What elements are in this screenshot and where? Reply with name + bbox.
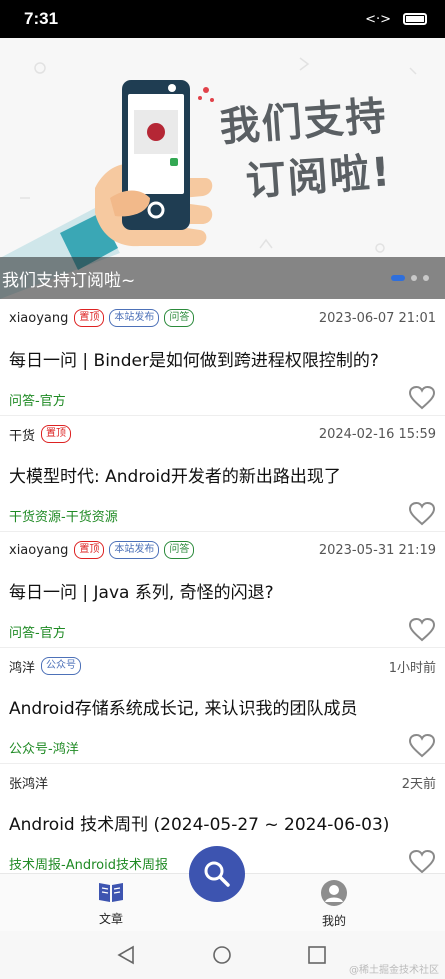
article-date: 1小时前 [388, 660, 436, 676]
book-icon [99, 883, 123, 902]
article-author: 干货 [9, 428, 36, 444]
watermark: @稀土掘金技术社区 [349, 965, 439, 976]
nav-articles-label: 文章 [98, 912, 123, 926]
article-tag: 置顶 [74, 309, 105, 327]
article-tag: 本站发布 [109, 309, 160, 327]
article-author: xiaoyang [9, 310, 69, 326]
article-category[interactable]: 问答-官方 [9, 390, 66, 409]
carousel-dot[interactable] [423, 275, 429, 281]
search-fab-button[interactable] [189, 846, 245, 902]
user-avatar-icon [321, 880, 347, 906]
article-title[interactable]: Android 技术周刊 (2024-05-27 ~ 2024-06-03) [9, 810, 433, 835]
article-author: 鸿洋 [9, 660, 36, 676]
carousel-indicator [391, 275, 429, 281]
article-meta: 张鸿洋 2天前 [9, 771, 436, 793]
article-tag: 本站发布 [109, 541, 160, 559]
article-title[interactable]: 大模型时代: Android开发者的新出路出现了 [9, 462, 433, 487]
article-item[interactable]: 鸿洋 公众号 1小时前 Android存储系统成长记, 来认识我的团队成员 公众… [0, 648, 445, 764]
article-author: xiaoyang [9, 542, 69, 558]
article-list: xiaoyang 置顶 本站发布 问答 2023-06-07 21:01 每日一问 … [0, 300, 445, 880]
article-meta: xiaoyang 置顶 本站发布 问答 2023-06-07 21:01 [9, 307, 436, 329]
heart-icon[interactable] [409, 502, 435, 526]
status-icons: <·> [365, 12, 427, 27]
banner-caption-bar: 我们支持订阅啦~ [0, 257, 445, 299]
heart-icon[interactable] [409, 618, 435, 642]
article-author: 张鸿洋 [9, 776, 49, 792]
article-item[interactable]: xiaoyang 置顶 本站发布 问答 2023-06-07 21:01 每日一问 … [0, 300, 445, 416]
article-item[interactable]: xiaoyang 置顶 本站发布 问答 2023-05-31 21:19 每日一问 … [0, 532, 445, 648]
article-tag: 置顶 [41, 425, 72, 443]
article-date: 2023-06-07 21:01 [318, 310, 436, 326]
banner-caption: 我们支持订阅啦~ [2, 270, 136, 291]
nav-mine-label: 我的 [321, 914, 346, 928]
article-item[interactable]: 干货 置顶 2024-02-16 15:59 大模型时代: Android开发者… [0, 416, 445, 532]
recents-square-icon[interactable] [307, 945, 327, 965]
nav-tab-articles[interactable]: 文章 [81, 880, 141, 927]
data-arrows-icon: <·> [365, 11, 391, 27]
article-meta: xiaoyang 置顶 本站发布 问答 2023-05-31 21:19 [9, 539, 436, 561]
article-meta: 鸿洋 公众号 1小时前 [9, 655, 436, 677]
carousel-dot[interactable] [411, 275, 417, 281]
banner-carousel[interactable]: 我们支持 订阅啦! 我们支持订阅啦~ [0, 38, 445, 299]
article-category[interactable]: 问答-官方 [9, 622, 66, 641]
article-tag: 问答 [164, 541, 195, 559]
status-bar: 7:31 <·> [0, 0, 445, 38]
nav-tab-mine[interactable]: 我的 [304, 880, 364, 929]
back-triangle-icon[interactable] [116, 945, 136, 965]
article-date: 2024-02-16 15:59 [318, 426, 436, 442]
search-icon [204, 861, 230, 887]
article-date: 2023-05-31 21:19 [318, 542, 436, 558]
article-meta: 干货 置顶 2024-02-16 15:59 [9, 423, 436, 445]
heart-icon[interactable] [409, 850, 435, 874]
article-tag: 置顶 [74, 541, 105, 559]
article-title[interactable]: 每日一问 | Binder是如何做到跨进程权限控制的? [9, 346, 433, 371]
article-title[interactable]: Android存储系统成长记, 来认识我的团队成员 [9, 694, 433, 719]
article-tag: 问答 [164, 309, 195, 327]
heart-icon[interactable] [409, 386, 435, 410]
article-title[interactable]: 每日一问 | Java 系列, 奇怪的闪退? [9, 578, 433, 603]
home-circle-icon[interactable] [212, 945, 232, 965]
banner-headline: 我们支持 订阅啦! [218, 85, 440, 212]
carousel-dot-active[interactable] [391, 275, 405, 281]
article-category[interactable]: 技术周报-Android技术周报 [9, 854, 168, 873]
status-time: 7:31 [24, 9, 59, 28]
heart-icon[interactable] [409, 734, 435, 758]
article-tag: 公众号 [41, 657, 82, 675]
article-category[interactable]: 干货资源-干货资源 [9, 506, 118, 525]
phone-screen: 7:31 <·> 我们支持 订阅啦! 我们支持订阅啦~ xiaoyang 置顶 … [0, 0, 445, 979]
article-category[interactable]: 公众号-鸿洋 [9, 738, 79, 757]
article-date: 2天前 [401, 776, 436, 792]
battery-icon [403, 13, 427, 25]
